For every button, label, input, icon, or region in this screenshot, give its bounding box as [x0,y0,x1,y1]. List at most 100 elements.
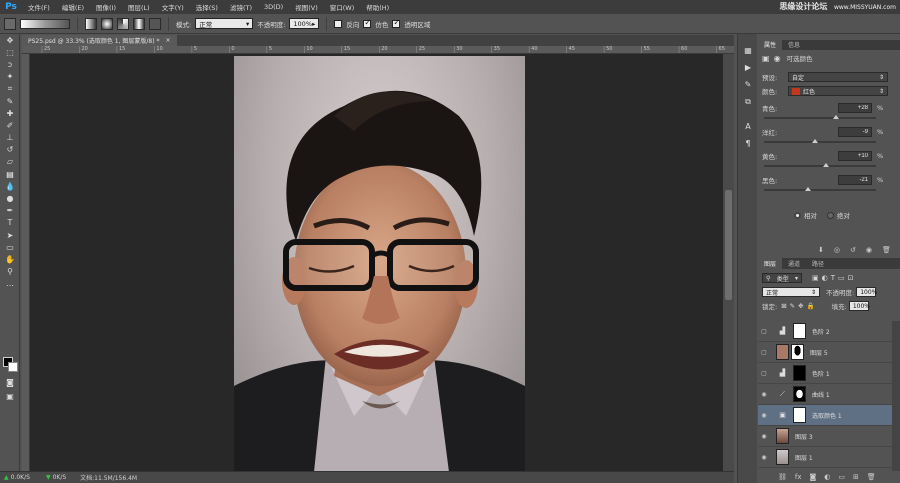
clone-source-panel-icon[interactable]: ⧉ [738,93,758,110]
layer-mask-thumb[interactable] [793,407,806,423]
relative-radio[interactable] [794,211,801,219]
black-input[interactable] [838,175,872,185]
shape-tool-icon[interactable]: ▭ [0,241,20,253]
crop-tool-icon[interactable]: ⌗ [0,83,20,95]
magic-wand-tool-icon[interactable]: ✦ [0,71,20,83]
layer-opacity-field[interactable]: 100% [856,287,877,297]
cyan-slider-knob[interactable] [832,115,839,119]
move-tool-icon[interactable]: ✥ [0,34,20,46]
layer-mask-thumb[interactable] [791,344,804,360]
canvas-area[interactable] [30,54,734,472]
screen-mode-icon[interactable]: ▣ [0,390,20,402]
character-panel-icon[interactable]: A [738,118,758,135]
menu-edit[interactable]: 编辑(E) [56,2,90,12]
trash-icon[interactable]: 🗑 [882,246,891,254]
type-tool-icon[interactable]: T [0,217,20,229]
magenta-slider[interactable] [764,141,876,143]
trash-icon[interactable]: 🗑 [867,473,876,481]
gradient-picker[interactable] [20,18,70,29]
eyedropper-tool-icon[interactable]: ✎ [0,95,20,107]
visibility-toggle[interactable]: ▢ [758,370,770,377]
eye-icon[interactable]: ◉ [758,433,770,440]
document-tab[interactable]: PS25.psd @ 33.3% (选取颜色 1, 图层蒙版/8) * × [22,35,177,46]
preset-select[interactable]: 自定 ⇕ [788,72,888,82]
menu-help[interactable]: 帮助(H) [360,2,395,12]
menu-view[interactable]: 视图(V) [289,2,324,12]
absolute-radio[interactable] [827,211,834,219]
eraser-tool-icon[interactable]: ▱ [0,156,20,168]
dodge-tool-icon[interactable]: ● [0,192,20,204]
actions-panel-icon[interactable]: ▶ [738,59,758,76]
tab-properties[interactable]: 属性 [758,39,783,50]
menu-type[interactable]: 文字(Y) [156,2,190,12]
eye-icon[interactable]: ◉ [758,391,770,398]
layer-row-layer-3[interactable]: ◉ 图层 3 [758,426,892,447]
history-panel-icon[interactable]: ▦ [738,42,758,59]
zoom-tool-icon[interactable]: ⚲ [0,266,20,278]
layer-mask-thumb[interactable] [793,386,806,402]
menu-filter[interactable]: 滤镜(T) [224,2,258,12]
tab-channels[interactable]: 通道 [782,258,806,269]
menu-window[interactable]: 窗口(W) [324,2,361,12]
lasso-tool-icon[interactable]: ↄ [0,58,20,70]
mask-icon[interactable]: ◙ [810,473,817,481]
layer-row-layer-5[interactable]: ▢ 图层 5 [758,342,892,363]
gradient-tool-icon[interactable]: ▤ [0,168,20,180]
angle-gradient-icon[interactable] [117,17,129,30]
layers-scrollbar[interactable] [892,321,900,471]
new-layer-icon[interactable]: ⊞ [853,473,859,481]
yellow-slider[interactable] [764,165,876,167]
portrait-photo[interactable] [234,56,525,472]
lock-icons[interactable]: ⊠✎✥🔒 [781,302,817,310]
menu-layer[interactable]: 图层(L) [122,2,156,12]
cyan-input[interactable] [838,103,872,113]
diamond-gradient-icon[interactable] [149,17,161,30]
gradient-tool-preset-icon[interactable] [4,17,16,30]
cyan-slider[interactable] [764,117,876,119]
clone-stamp-tool-icon[interactable]: ⊥ [0,132,20,144]
background-color-swatch[interactable] [8,362,18,372]
more-tools-icon[interactable]: … [0,278,20,290]
layer-row-levels-1[interactable]: ▢ ▟ 色阶 1 [758,363,892,384]
menu-image[interactable]: 图像(I) [90,2,122,12]
radial-gradient-icon[interactable] [101,17,113,30]
linear-gradient-icon[interactable] [85,17,97,30]
transparency-checkbox[interactable] [392,18,401,28]
layer-mask-thumb[interactable] [793,323,806,339]
paragraph-panel-icon[interactable]: ¶ [738,135,758,152]
tab-info[interactable]: 信息 [782,39,806,50]
hand-tool-icon[interactable]: ✋ [0,253,20,265]
view-previous-icon[interactable]: ◎ [834,246,840,254]
reflected-gradient-icon[interactable] [133,17,145,30]
healing-brush-tool-icon[interactable]: ✚ [0,107,20,119]
tab-paths[interactable]: 路径 [806,258,830,269]
layer-row-curves-1[interactable]: ◉ ⟋ 曲线 1 [758,384,892,405]
layer-row-levels-2[interactable]: ▢ ▟ 色阶 2 [758,321,892,342]
filter-icons[interactable]: ▣◐T▭⊡ [812,274,856,282]
scrollbar-thumb[interactable] [725,190,732,300]
layer-filter-select[interactable]: ⚲ 类型 ▾ [762,273,802,283]
menu-select[interactable]: 选择(S) [190,2,224,12]
marquee-tool-icon[interactable]: ⬚ [0,46,20,58]
dither-checkbox[interactable] [363,18,372,28]
black-slider-knob[interactable] [805,187,812,191]
layer-mask-thumb[interactable] [793,365,806,381]
visibility-icon[interactable]: ◉ [866,246,872,254]
layer-thumb[interactable] [776,428,789,444]
visibility-toggle[interactable]: ▢ [758,328,770,335]
brush-panel-icon[interactable]: ✎ [738,76,758,93]
layer-thumb[interactable] [776,449,789,465]
menu-3d[interactable]: 3D(D) [258,3,289,11]
reset-icon[interactable]: ↺ [850,246,856,254]
pen-tool-icon[interactable]: ✒ [0,205,20,217]
colors-select[interactable]: 红色 ⇕ [788,86,888,96]
layer-row-selective-color-1[interactable]: ◉ ▣ 选取颜色 1 [758,405,892,426]
adjustment-icon[interactable]: ◐ [824,473,830,481]
brush-tool-icon[interactable]: ✐ [0,119,20,131]
visibility-toggle[interactable]: ▢ [758,349,770,356]
tab-layers[interactable]: 图层 [758,258,783,269]
clip-to-layer-icon[interactable]: ⬇ [818,246,824,254]
quick-mask-icon[interactable]: ◙ [0,376,20,388]
path-selection-tool-icon[interactable]: ➤ [0,229,20,241]
group-icon[interactable]: ▭ [838,473,845,481]
